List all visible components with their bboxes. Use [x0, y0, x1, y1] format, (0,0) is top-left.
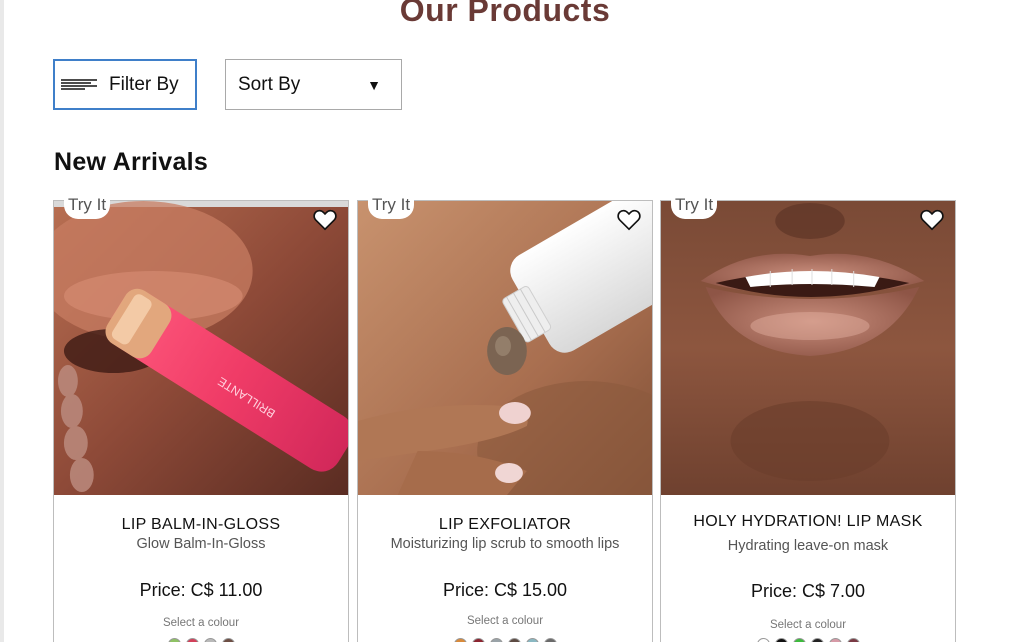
colour-swatch[interactable]	[221, 638, 235, 642]
try-it-button[interactable]: Try It	[368, 195, 415, 219]
page-edge-divider	[0, 0, 4, 642]
colour-swatch[interactable]	[471, 638, 485, 642]
heart-wishlist-icon[interactable]	[616, 207, 642, 233]
product-price: Price: C$ 11.00	[139, 580, 263, 600]
filter-button[interactable]: Filter By	[53, 59, 197, 110]
product-controls: Filter By Sort By ▼	[53, 59, 402, 110]
colour-swatch[interactable]	[792, 638, 806, 642]
product-image-lip-exfoliator[interactable]	[358, 201, 652, 495]
select-colour-label: Select a colour	[466, 615, 544, 627]
select-colour-label: Select a colour	[769, 619, 847, 631]
colour-swatch[interactable]	[203, 638, 217, 642]
product-price: Price: C$ 15.00	[442, 580, 568, 600]
product-image-lip-mask[interactable]	[661, 201, 955, 495]
product-name[interactable]: LIP BALM-IN-GLOSS	[54, 516, 348, 534]
colour-swatch[interactable]	[846, 638, 860, 642]
colour-swatch[interactable]	[167, 638, 181, 642]
colour-swatches	[358, 638, 652, 642]
colour-swatches	[661, 638, 955, 642]
heart-wishlist-icon[interactable]	[312, 207, 338, 233]
page-title: Our Products	[399, 0, 611, 28]
colour-swatches	[54, 638, 348, 642]
heart-wishlist-icon[interactable]	[919, 207, 945, 233]
product-name[interactable]: LIP EXFOLIATOR	[358, 516, 652, 534]
try-it-button[interactable]: Try It	[671, 195, 718, 219]
colour-swatch[interactable]	[774, 638, 788, 642]
colour-swatch[interactable]	[453, 638, 467, 642]
product-name[interactable]: HOLY HYDRATION! LIP MASK	[661, 513, 955, 531]
product-card-lip-exfoliator[interactable]: Try It LIP EXFOLIATOR Moisturizing lip s…	[357, 195, 653, 642]
product-image-lip-balm[interactable]: BRILLANTE	[54, 201, 348, 495]
product-price: Price: C$ 7.00	[750, 581, 866, 601]
sort-dropdown[interactable]: Sort By ▼	[225, 59, 402, 110]
caret-down-icon: ▼	[367, 76, 381, 93]
filter-lines-icon	[61, 78, 97, 90]
colour-swatch[interactable]	[543, 638, 557, 642]
colour-swatch[interactable]	[507, 638, 521, 642]
product-subtitle: Glow Balm-In-Gloss	[136, 536, 266, 552]
product-card-holy-hydration-lip-mask[interactable]: Try It HOLY HYDRATION! LIP MASK Hydratin…	[660, 195, 956, 642]
colour-swatch[interactable]	[185, 638, 199, 642]
colour-swatch[interactable]	[489, 638, 503, 642]
product-card-lip-balm-in-gloss[interactable]: BRILLANTE Try It LIP BALM-IN-GLOSS Glow …	[53, 195, 349, 642]
select-colour-label: Select a colour	[162, 617, 240, 629]
try-it-button[interactable]: Try It	[64, 195, 111, 219]
product-subtitle: Moisturizing lip scrub to smooth lips	[390, 536, 620, 552]
colour-swatch[interactable]	[756, 638, 770, 642]
colour-swatch[interactable]	[525, 638, 539, 642]
section-title-new-arrivals: New Arrivals	[54, 148, 209, 176]
colour-swatch[interactable]	[828, 638, 842, 642]
product-subtitle: Hydrating leave-on mask	[727, 538, 889, 554]
colour-swatch[interactable]	[810, 638, 824, 642]
sort-dropdown-label: Sort By	[238, 73, 301, 95]
filter-button-label: Filter By	[109, 73, 179, 95]
